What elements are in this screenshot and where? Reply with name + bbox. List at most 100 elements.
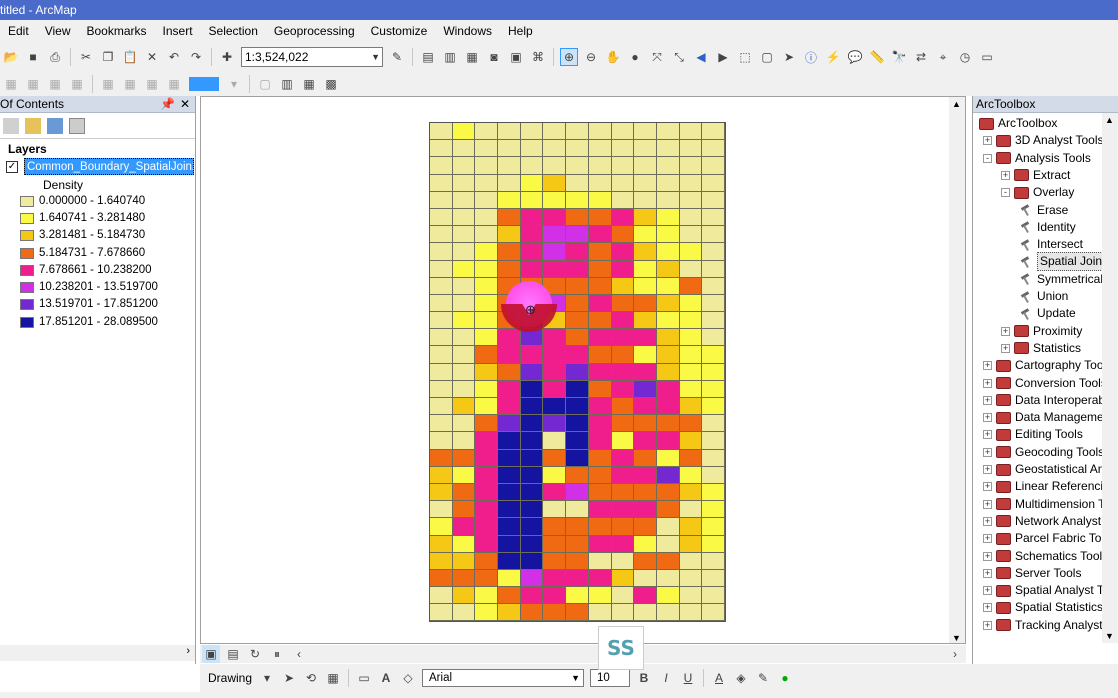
toolbox-item[interactable]: + Extract <box>1001 167 1070 184</box>
edit-vertices-icon[interactable]: ◇ <box>399 669 417 687</box>
undo-icon[interactable]: ↶ <box>165 48 183 66</box>
toolbox-item[interactable]: - Analysis Tools <box>983 150 1091 167</box>
fixed-zoom-out-icon[interactable]: ⤡ <box>670 48 688 66</box>
layout-tool-icon[interactable]: ▦ <box>143 75 161 93</box>
toolbox-item[interactable]: + Server Tools <box>983 565 1081 582</box>
select-features-icon[interactable]: ⬚ <box>736 48 754 66</box>
toolbox-item[interactable]: +Data Management Tools <box>983 409 1118 426</box>
expand-icon[interactable]: + <box>983 551 992 561</box>
toolbox-item[interactable]: +Data Interoperability Tools <box>983 392 1118 409</box>
list-by-visibility-icon[interactable] <box>47 117 63 134</box>
clear-selection-icon[interactable]: ▢ <box>758 48 776 66</box>
toolbox-item[interactable]: - Overlay <box>1001 184 1074 201</box>
layout-tool-icon[interactable]: ▢ <box>256 75 274 93</box>
toolbox-item[interactable]: + Conversion Tools <box>983 375 1107 392</box>
list-by-source-icon[interactable] <box>25 117 41 134</box>
toolbox-item[interactable]: + Parcel Fabric Tools <box>983 530 1117 547</box>
hyperlink-icon[interactable]: ⚡ <box>824 48 842 66</box>
expand-icon[interactable]: + <box>983 395 992 405</box>
toolbox-item[interactable]: ArcToolbox <box>979 115 1057 132</box>
menu-help[interactable]: Help <box>500 24 541 38</box>
toolbox-item[interactable]: Spatial Join <box>1019 252 1106 272</box>
toolbox-vertical-scrollbar[interactable]: ▲ ▼ <box>1102 113 1118 643</box>
paste-icon[interactable]: 📋 <box>121 48 139 66</box>
chevron-down-icon[interactable]: ▾ <box>258 669 276 687</box>
expand-icon[interactable]: + <box>983 620 992 630</box>
python-icon[interactable]: ▣ <box>507 48 525 66</box>
expand-icon[interactable]: + <box>983 534 992 544</box>
model-icon[interactable]: ⌘ <box>529 48 547 66</box>
save-icon[interactable]: ■ <box>24 48 42 66</box>
menu-geoprocessing[interactable]: Geoprocessing <box>266 24 363 38</box>
layout-tool-icon[interactable]: ▩ <box>322 75 340 93</box>
expand-icon[interactable]: + <box>1001 326 1010 336</box>
search-window-icon[interactable]: ▦ <box>463 48 481 66</box>
toolbox-icon[interactable]: ◙ <box>485 48 503 66</box>
zoom-in-icon[interactable]: ⊕ <box>560 48 578 66</box>
add-data-icon[interactable]: ✚ <box>218 48 236 66</box>
italic-icon[interactable]: I <box>657 669 675 687</box>
toolbox-item[interactable]: Identity <box>1019 219 1076 236</box>
toolbox-item[interactable]: +Spatial Statistics Tools <box>983 599 1118 616</box>
scale-dropdown[interactable]: 1:3,524,022 ▼ <box>241 47 383 67</box>
viewer-icon[interactable]: ▭ <box>978 48 996 66</box>
menu-selection[interactable]: Selection <box>201 24 266 38</box>
toolbox-item[interactable]: +Tracking Analyst Tools <box>983 617 1118 634</box>
toolbox-item[interactable]: + Cartography Tools <box>983 357 1112 374</box>
expand-icon[interactable]: + <box>983 378 992 388</box>
collapse-icon[interactable]: - <box>1001 188 1010 198</box>
layout-tool-icon[interactable]: ▦ <box>46 75 64 93</box>
rotate-icon[interactable]: ⟲ <box>302 669 320 687</box>
expand-icon[interactable]: + <box>983 586 992 596</box>
map-vertical-scrollbar[interactable]: ▲ ▼ <box>949 97 965 643</box>
select-elements-icon[interactable]: ➤ <box>780 48 798 66</box>
open-icon[interactable]: 📂 <box>2 48 20 66</box>
menu-edit[interactable]: Edit <box>0 24 37 38</box>
layout-tool-icon[interactable]: ▦ <box>165 75 183 93</box>
toolbox-item[interactable]: + Geocoding Tools <box>983 444 1104 461</box>
chevron-left-icon[interactable]: ‹ <box>290 645 308 663</box>
menu-windows[interactable]: Windows <box>435 24 500 38</box>
expand-icon[interactable]: + <box>983 465 992 474</box>
menu-insert[interactable]: Insert <box>155 24 201 38</box>
editor-icon[interactable]: ✎ <box>388 48 406 66</box>
expand-icon[interactable]: + <box>983 430 992 440</box>
line-color-icon[interactable]: ✎ <box>754 669 772 687</box>
expand-icon[interactable]: + <box>983 361 992 371</box>
chevron-down-icon[interactable]: ▼ <box>952 633 961 643</box>
layers-group[interactable]: Layers <box>8 142 47 156</box>
data-view-icon[interactable]: ▣ <box>202 645 220 663</box>
toolbox-item[interactable]: + Editing Tools <box>983 426 1083 443</box>
chevron-right-icon[interactable]: › <box>946 645 964 663</box>
back-icon[interactable]: ◀ <box>692 48 710 66</box>
expand-icon[interactable]: + <box>1001 343 1010 353</box>
layout-tool-icon[interactable]: ▦ <box>300 75 318 93</box>
layout-tool-icon[interactable]: ▦ <box>2 75 20 93</box>
layout-tool-icon[interactable]: ▦ <box>121 75 139 93</box>
toolbox-item[interactable]: +3D Analyst Tools <box>983 132 1104 149</box>
toolbox-item[interactable]: + Spatial Analyst Tools <box>983 582 1118 599</box>
layer-name[interactable]: Common_Boundary_SpatialJoin2 <box>24 158 194 175</box>
html-popup-icon[interactable]: 💬 <box>846 48 864 66</box>
font-dropdown[interactable]: Arial ▼ <box>422 669 585 687</box>
toolbox-item[interactable]: + Proximity <box>1001 323 1082 340</box>
font-color-icon[interactable]: A <box>710 669 728 687</box>
layout-tool-icon[interactable]: ▦ <box>24 75 42 93</box>
text-icon[interactable]: A <box>377 669 395 687</box>
chevron-down-icon[interactable]: ▼ <box>1105 631 1114 641</box>
map-view[interactable]: ⊕ ▲ ▼ <box>200 96 966 644</box>
collapse-icon[interactable]: - <box>983 153 992 163</box>
toolbox-item[interactable]: +Network Analyst Tools <box>983 513 1118 530</box>
menu-bookmarks[interactable]: Bookmarks <box>78 24 154 38</box>
full-extent-icon[interactable]: ● <box>626 48 644 66</box>
catalog-icon[interactable]: ▥ <box>441 48 459 66</box>
toolbox-item[interactable]: + Multidimension Tools <box>983 496 1118 513</box>
toolbox-item[interactable]: Update <box>1019 305 1076 322</box>
menu-customize[interactable]: Customize <box>363 24 436 38</box>
chevron-right-icon[interactable]: › <box>186 645 190 657</box>
rectangle-icon[interactable]: ▭ <box>355 669 373 687</box>
bold-icon[interactable]: B <box>635 669 653 687</box>
expand-icon[interactable]: + <box>983 516 992 526</box>
print-icon[interactable]: ⎙ <box>46 48 64 66</box>
marker-color-icon[interactable]: ● <box>776 669 794 687</box>
